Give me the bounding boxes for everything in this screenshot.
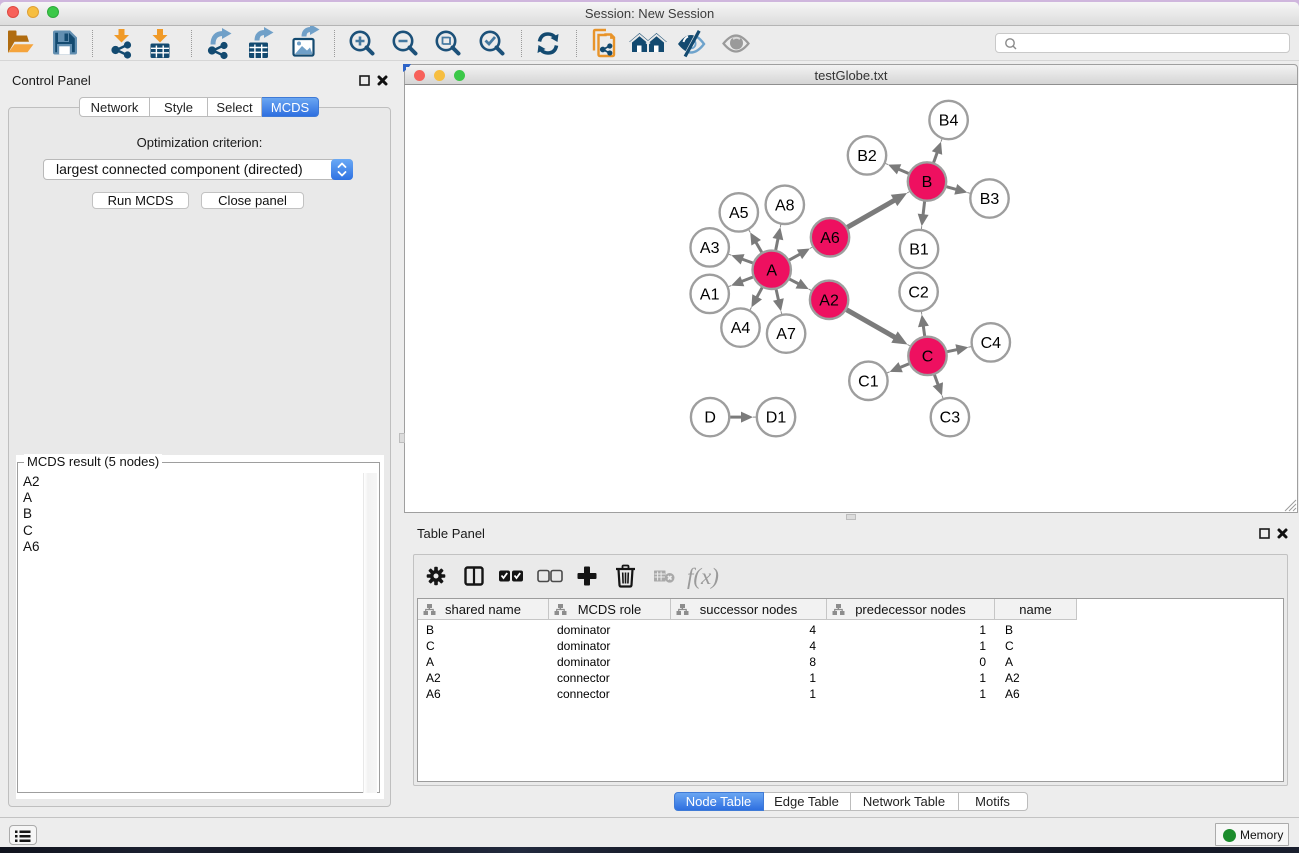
svg-text:C: C bbox=[922, 348, 934, 365]
svg-text:B: B bbox=[922, 174, 933, 191]
svg-text:D1: D1 bbox=[766, 410, 787, 427]
svg-text:C2: C2 bbox=[908, 284, 929, 301]
svg-text:A: A bbox=[766, 262, 777, 279]
svg-text:C1: C1 bbox=[858, 373, 879, 390]
svg-text:A7: A7 bbox=[776, 326, 796, 343]
svg-text:A2: A2 bbox=[819, 292, 839, 309]
svg-text:A3: A3 bbox=[700, 240, 720, 257]
svg-text:B3: B3 bbox=[980, 191, 1000, 208]
svg-text:A4: A4 bbox=[731, 320, 751, 337]
svg-text:D: D bbox=[704, 410, 716, 427]
svg-text:A1: A1 bbox=[700, 286, 720, 303]
svg-text:C3: C3 bbox=[940, 410, 961, 427]
svg-text:f(x): f(x) bbox=[687, 564, 719, 589]
svg-text:A6: A6 bbox=[820, 230, 840, 247]
svg-text:B2: B2 bbox=[857, 148, 877, 165]
svg-text:B1: B1 bbox=[909, 242, 929, 259]
svg-text:A8: A8 bbox=[775, 197, 795, 214]
svg-text:B4: B4 bbox=[939, 113, 959, 130]
svg-text:A5: A5 bbox=[729, 205, 749, 222]
svg-text:C4: C4 bbox=[981, 335, 1002, 352]
